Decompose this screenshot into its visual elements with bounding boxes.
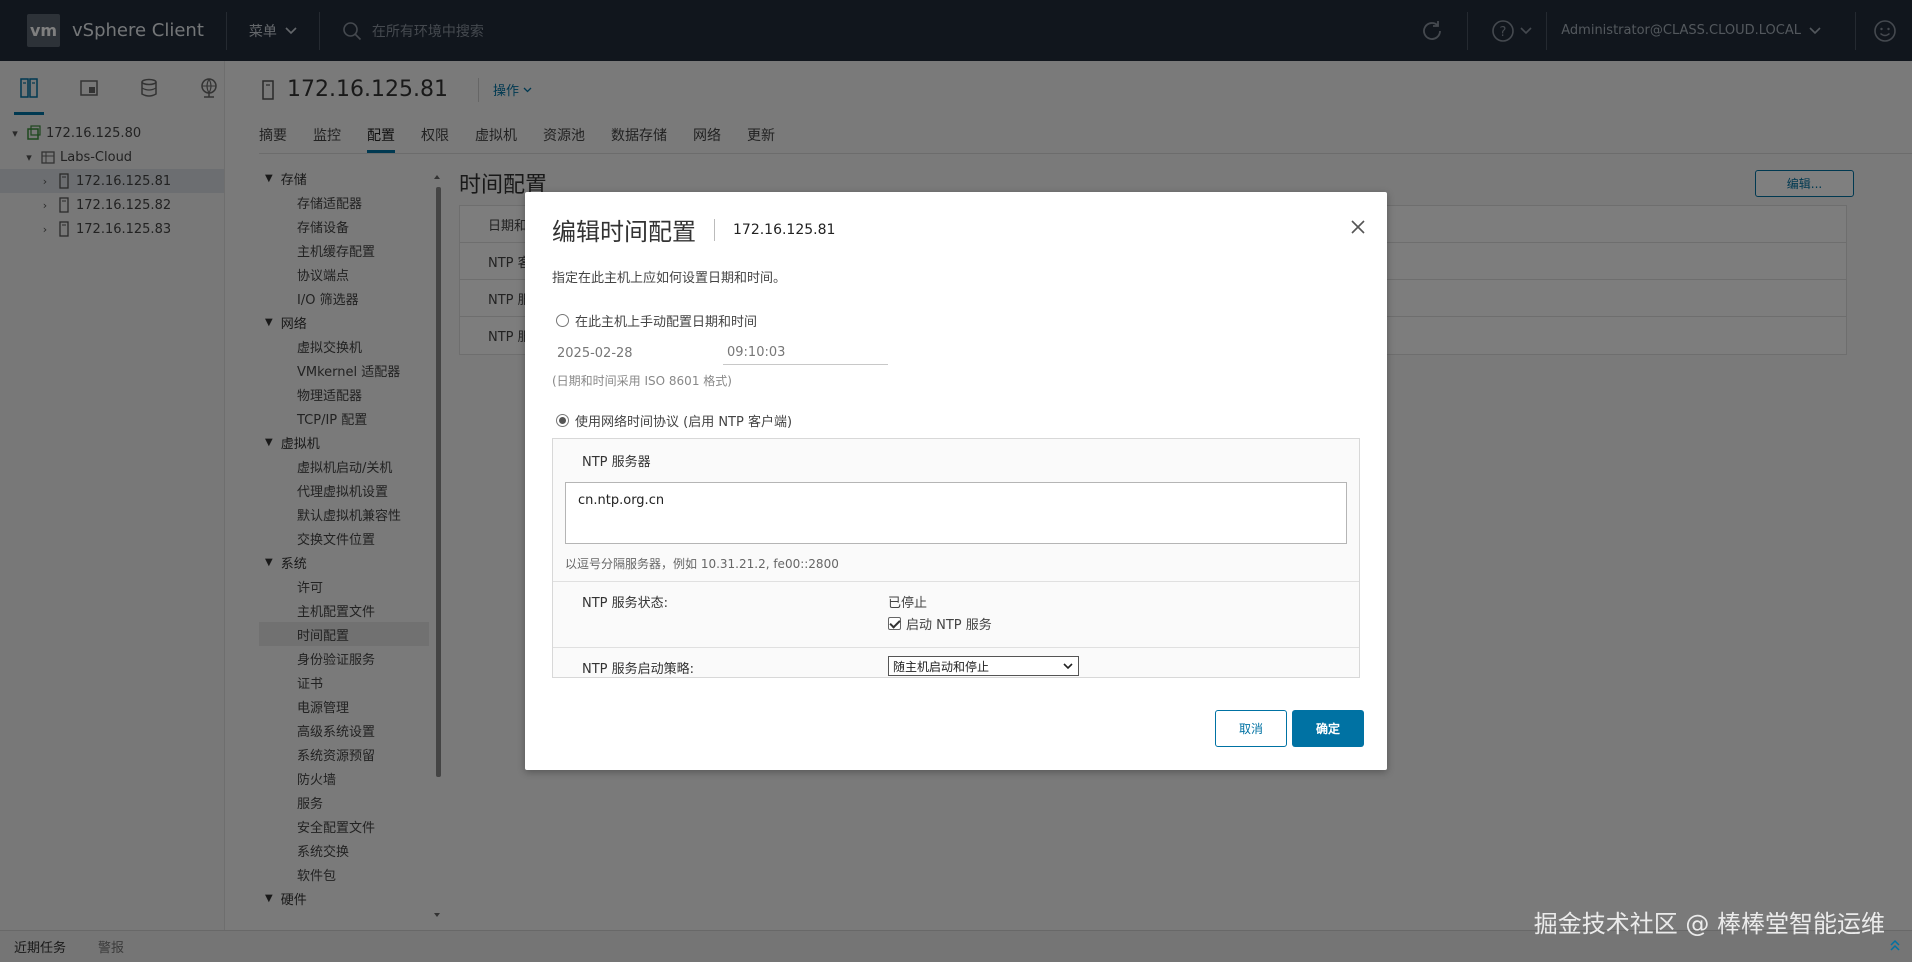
manual-config-label: 在此主机上手动配置日期和时间 [575, 315, 758, 330]
ntp-radio[interactable] [556, 414, 569, 427]
dialog-title: 编辑时间配置 [552, 218, 696, 246]
divider [553, 581, 1359, 582]
time-field[interactable]: 09:10:03 [723, 341, 888, 365]
ntp-option-label: 使用网络时间协议 (启用 NTP 客户端) [575, 415, 793, 430]
ntp-servers-input[interactable]: cn.ntp.org.cn [565, 482, 1347, 544]
cancel-button[interactable]: 取消 [1215, 710, 1287, 747]
start-ntp-option[interactable]: 启动 NTP 服务 [888, 614, 992, 633]
ntp-settings-panel: NTP 服务器 cn.ntp.org.cn 以逗号分隔服务器，例如 10.31.… [552, 438, 1360, 678]
start-ntp-label: 启动 NTP 服务 [906, 618, 992, 633]
ntp-policy-label: NTP 服务启动策略: [582, 662, 695, 677]
ok-button[interactable]: 确定 [1292, 710, 1364, 747]
double-chevron-up-icon[interactable] [1888, 938, 1902, 952]
ntp-servers-hint: 以逗号分隔服务器，例如 10.31.21.2, fe00::2800 [565, 557, 839, 571]
watermark-text: 掘金技术社区 @ 棒棒堂智能运维 [1533, 910, 1885, 938]
ntp-status-value: 已停止 [888, 596, 928, 611]
ntp-policy-select[interactable]: 随主机启动和停止 [888, 656, 1079, 676]
close-icon[interactable] [1349, 218, 1367, 236]
manual-config-option[interactable]: 在此主机上手动配置日期和时间 [556, 311, 757, 330]
manual-config-radio[interactable] [556, 314, 569, 327]
chevron-down-icon [1063, 663, 1073, 670]
date-field[interactable]: 2025-02-28 [553, 341, 713, 365]
dialog-host: 172.16.125.81 [733, 221, 836, 238]
ntp-option[interactable]: 使用网络时间协议 (启用 NTP 客户端) [556, 411, 792, 430]
title-divider [714, 218, 715, 241]
dialog-header: 编辑时间配置 172.16.125.81 [552, 212, 835, 247]
ntp-servers-label: NTP 服务器 [582, 455, 651, 470]
iso-format-hint: (日期和时间采用 ISO 8601 格式) [552, 374, 732, 388]
ntp-policy-value: 随主机启动和停止 [893, 659, 990, 674]
ntp-status-label: NTP 服务状态: [582, 596, 669, 611]
divider [553, 647, 1359, 648]
dialog-description: 指定在此主机上应如何设置日期和时间。 [552, 271, 787, 286]
start-ntp-checkbox[interactable] [888, 617, 901, 630]
edit-time-config-dialog: 编辑时间配置 172.16.125.81 指定在此主机上应如何设置日期和时间。 … [525, 192, 1387, 770]
